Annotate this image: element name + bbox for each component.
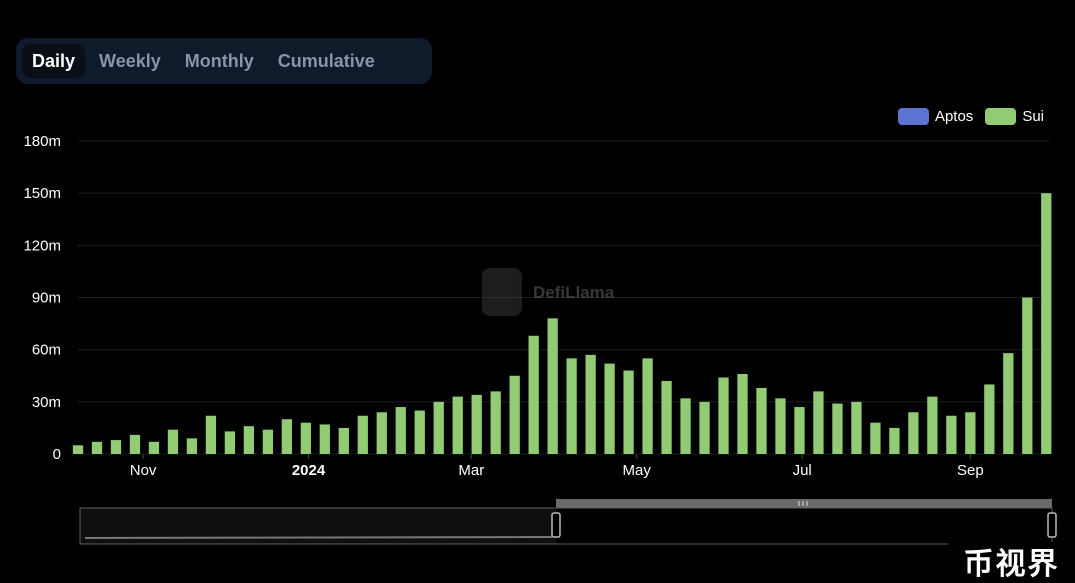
defillama-logo-icon [482,268,522,316]
slider-handle-right[interactable] [1047,512,1057,538]
bar-sui [984,384,995,454]
corner-badge: 币视界 [948,542,1075,581]
x-tick-label: Sep [957,462,984,479]
bar-sui [1003,353,1014,454]
y-tick-label: 150m [23,185,61,202]
bar-sui [72,445,84,454]
y-axis: 0 30m 60m 90m 120m 150m 180m [23,133,61,463]
range-slider[interactable] [79,499,1057,545]
slider-move-bar[interactable] [556,499,1052,508]
bar-sui [281,419,292,454]
bar-sui [205,415,217,454]
bar-sui [91,441,103,454]
watermark-text: DefiLlama [533,283,615,302]
bar-sui [756,387,767,454]
bar-sui [965,412,976,454]
bar-sui [319,424,330,454]
x-tick-label: 2024 [292,462,326,479]
x-tick-label: Nov [130,462,157,479]
bar-sui [680,398,691,454]
bar-sui [623,370,634,454]
bar-sui [889,427,900,454]
bar-sui [699,401,710,454]
bar-sui [870,422,881,454]
bar-sui [775,398,786,454]
y-tick-label: 0 [53,446,61,463]
watermark: DefiLlama [482,268,615,316]
bar-sui [832,403,843,454]
bar-sui [528,335,539,454]
bar-sui [186,438,198,454]
bar-sui [604,363,615,454]
y-tick-label: 90m [32,290,61,307]
x-tick-label: Mar [458,462,484,479]
bar-sui [1022,297,1033,454]
bar-sui [927,396,938,454]
bar-sui [718,377,729,454]
y-tick-label: 120m [23,237,61,254]
slider-preview-line [84,536,553,539]
bar-sui [509,375,520,454]
bar-sui [490,391,501,454]
x-axis: Nov 2024 Mar May Jul Sep [130,454,984,479]
bar-sui [661,380,672,454]
volume-chart: DefiLlama 0 30m 60m 90m 120m 150m 180m Nov 2024… [23,133,1057,545]
bar-sui [851,401,862,454]
y-tick-label: 60m [32,342,61,359]
slider-handle-left[interactable] [551,512,561,538]
bar-sui [566,358,577,454]
bar-sui [243,426,255,454]
bar-sui [167,429,179,454]
x-tick-label: Jul [793,462,812,479]
x-tick-label: May [623,462,652,479]
bar-sui [908,412,919,454]
bar-sui [129,434,141,454]
bar-sui [300,422,311,454]
bar-sui [395,407,406,454]
bar-sui [262,429,273,454]
bar-sui [642,358,653,454]
bar-sui [414,410,425,454]
bar-sui [585,354,596,454]
bar-sui [338,427,349,454]
bar-sui [547,318,558,454]
bars-layer [72,193,1052,454]
bar-sui [376,412,387,454]
bar-sui [357,415,368,454]
bar-sui [110,440,122,454]
bar-sui [794,407,805,454]
bar-sui [1041,193,1052,454]
bar-sui [737,374,748,454]
bar-sui [452,396,463,454]
y-tick-label: 180m [23,133,61,150]
bar-sui [813,391,824,454]
bar-sui [224,431,236,454]
y-tick-label: 30m [32,394,61,411]
bar-sui [148,441,160,454]
bar-sui [471,394,482,454]
bar-sui [433,401,444,454]
bar-sui [946,415,957,454]
